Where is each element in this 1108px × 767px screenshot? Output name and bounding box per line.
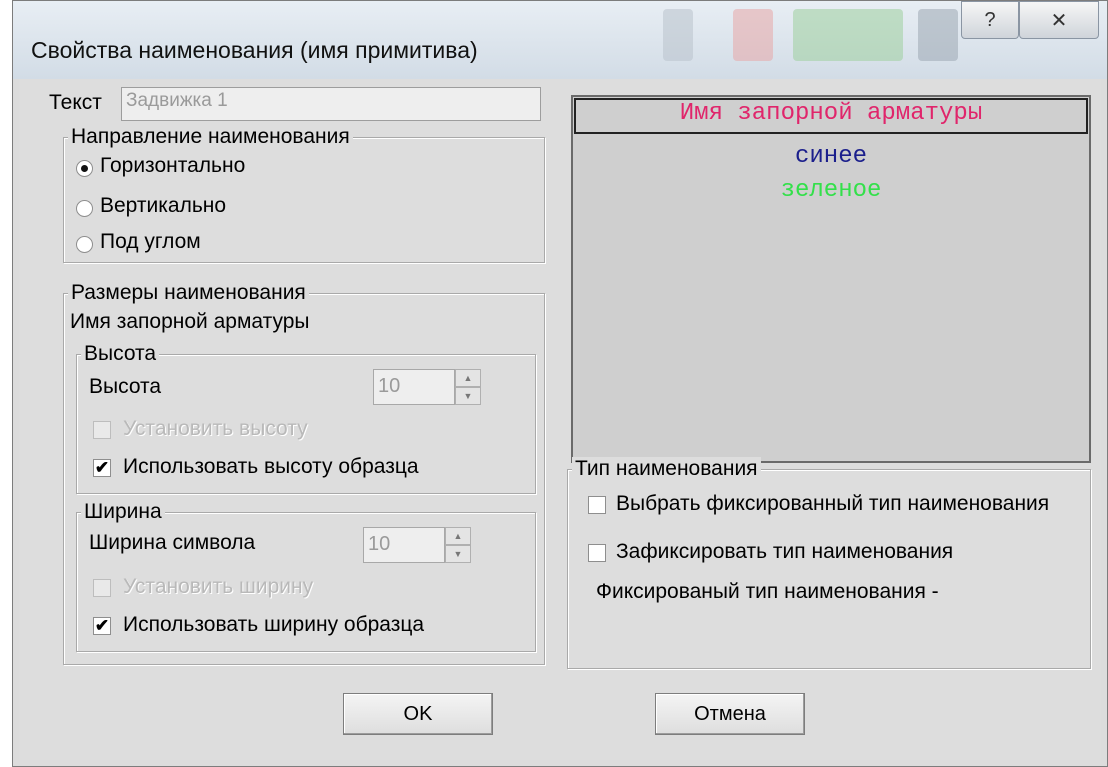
radio-button[interactable] — [76, 200, 93, 217]
fix-type-label: Зафиксировать тип наименования — [616, 540, 954, 563]
preview-line-3: зеленое — [780, 177, 882, 204]
height-value[interactable]: 10 — [373, 369, 455, 405]
fixed-type-label: Выбрать фиксированный тип наименования — [616, 492, 1050, 515]
text-input[interactable]: Задвижка 1 — [121, 87, 541, 121]
set-height-label: Установить высоту — [123, 417, 308, 440]
preview-line-2: синее — [794, 143, 867, 170]
use-sample-width-checkbox[interactable]: ✔ — [93, 617, 111, 635]
height-legend: Высота — [81, 342, 160, 366]
use-sample-width-label: Использовать ширину образца — [123, 613, 425, 636]
title-decoration — [918, 9, 958, 61]
radio-button[interactable] — [76, 160, 93, 177]
use-sample-height-label: Использовать высоту образца — [123, 455, 419, 478]
sizes-subtitle: Имя запорной арматуры — [70, 310, 310, 333]
close-button[interactable]: ✕ — [1019, 1, 1099, 39]
fixed-type-info: Фиксированый тип наименования - — [596, 580, 939, 603]
cancel-button[interactable]: Отмена — [655, 693, 805, 735]
width-spinner[interactable]: 10 ▲ ▼ — [363, 527, 471, 563]
height-group: Высота Высота 10 ▲ ▼ Установить высоту ✔… — [76, 342, 536, 494]
ok-button[interactable]: OK — [343, 693, 493, 735]
preview-line-1: Имя запорной арматуры — [679, 100, 983, 127]
sizes-group: Размеры наименования Имя запорной армату… — [63, 281, 545, 665]
set-width-checkbox[interactable] — [93, 579, 111, 597]
width-label: Ширина символа — [89, 531, 256, 554]
spin-down-icon[interactable]: ▼ — [445, 545, 471, 563]
radio-label: Горизонтально — [100, 154, 246, 177]
direction-legend: Направление наименования — [68, 125, 353, 149]
dialog-window: Свойства наименования (имя примитива) ? … — [12, 0, 1108, 767]
use-sample-height-checkbox[interactable]: ✔ — [93, 459, 111, 477]
width-legend: Ширина — [81, 500, 165, 524]
fixed-type-checkbox[interactable] — [588, 496, 606, 514]
close-icon: ✕ — [1050, 9, 1068, 32]
title-decoration — [733, 9, 773, 61]
spin-up-icon[interactable]: ▲ — [455, 369, 481, 387]
height-label: Высота — [89, 375, 162, 398]
direction-group: Направление наименования Горизонтально В… — [63, 125, 545, 263]
spin-down-icon[interactable]: ▼ — [455, 387, 481, 405]
radio-label: Под углом — [100, 230, 201, 253]
name-type-group: Тип наименования Выбрать фиксированный т… — [567, 457, 1091, 669]
spin-up-icon[interactable]: ▲ — [445, 527, 471, 545]
help-icon: ? — [984, 8, 996, 31]
radio-label: Вертикально — [100, 194, 227, 217]
set-width-label: Установить ширину — [123, 575, 314, 598]
width-group: Ширина Ширина символа 10 ▲ ▼ Установить … — [76, 500, 536, 652]
sizes-legend: Размеры наименования — [68, 281, 309, 305]
width-value[interactable]: 10 — [363, 527, 445, 563]
set-height-checkbox[interactable] — [93, 421, 111, 439]
title-bar[interactable]: Свойства наименования (имя примитива) ? … — [13, 1, 1107, 79]
title-decoration — [663, 9, 693, 61]
name-type-legend: Тип наименования — [572, 457, 761, 481]
window-title: Свойства наименования (имя примитива) — [31, 37, 478, 63]
preview-box[interactable]: Имя запорной арматуры синее зеленое — [571, 95, 1091, 463]
dialog-body: Текст Задвижка 1 Направление наименовани… — [19, 79, 1101, 760]
title-decoration — [793, 9, 903, 61]
fix-type-checkbox[interactable] — [588, 544, 606, 562]
text-label: Текст — [49, 91, 102, 114]
help-button[interactable]: ? — [961, 1, 1019, 39]
height-spinner[interactable]: 10 ▲ ▼ — [373, 369, 481, 405]
radio-button[interactable] — [76, 236, 93, 253]
